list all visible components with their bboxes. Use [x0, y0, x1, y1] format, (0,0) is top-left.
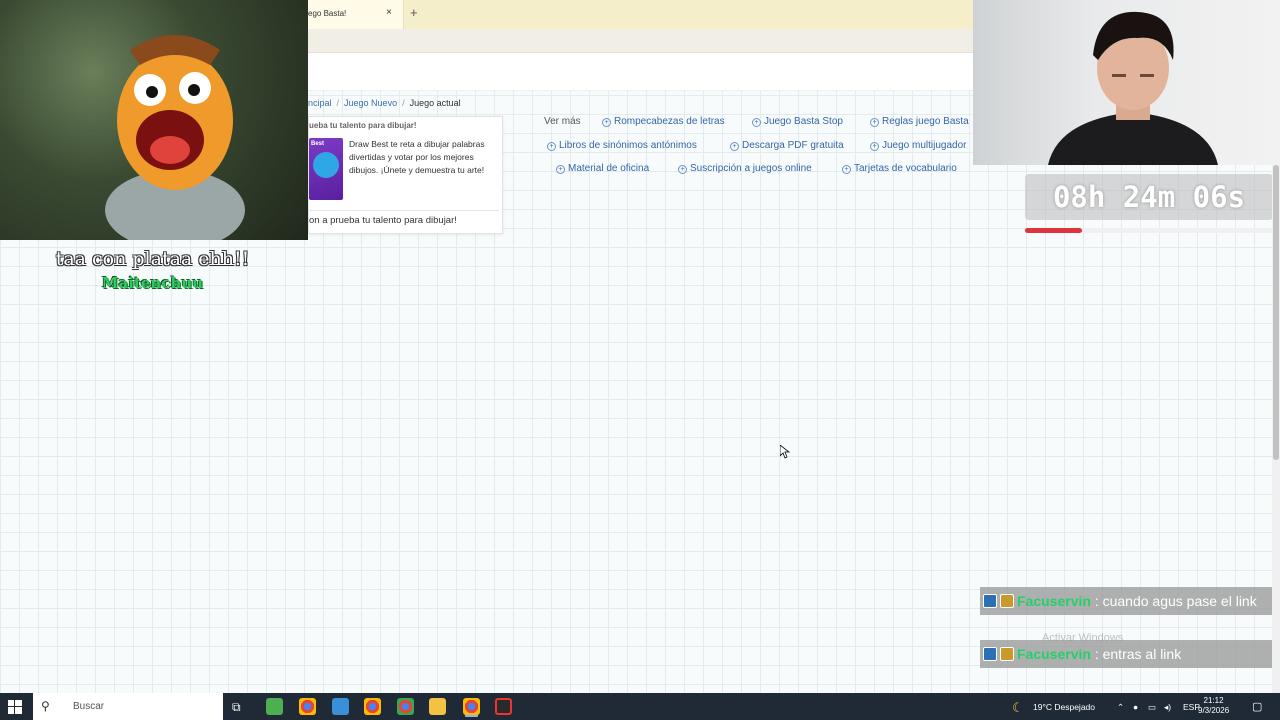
- draw-best-thumbnail[interactable]: Best: [309, 138, 343, 200]
- tab-title: ego Basta!: [308, 9, 347, 18]
- new-tab-icon[interactable]: +: [410, 5, 418, 20]
- chrome-icon[interactable]: [463, 698, 480, 715]
- streamer-webcam: [973, 0, 1280, 165]
- windows-start-icon[interactable]: [8, 700, 22, 714]
- clock-time: 21:12: [1203, 696, 1224, 705]
- chat-text: : entras al link: [1090, 646, 1182, 662]
- chat-message: Facuservin : entras al link: [980, 640, 1277, 668]
- network-icon[interactable]: ▭: [1148, 693, 1156, 720]
- mouse-cursor-icon: [780, 445, 790, 459]
- chat-username: Facuservin: [1017, 593, 1091, 609]
- alert-caption: taa con plataa ehh!! Maitenchuu: [0, 248, 305, 292]
- breadcrumb-current: Juego actual: [409, 98, 461, 108]
- chat-username: Facuservin: [1017, 646, 1091, 662]
- breadcrumb: ncipal / Juego Nuevo / Juego actual: [308, 98, 461, 108]
- weather-text[interactable]: 19°C Despejado: [1033, 693, 1095, 720]
- site-header: [308, 53, 973, 91]
- breadcrumb-home[interactable]: ncipal: [308, 98, 332, 108]
- caption-user: Maitenchuu: [101, 274, 204, 292]
- badge-icon: [1000, 594, 1014, 608]
- badge-icon: [983, 594, 997, 608]
- streamer-overlay-video: [0, 0, 308, 240]
- breadcrumb-separator: /: [336, 98, 340, 108]
- related-link[interactable]: + Juego multijugador: [870, 140, 967, 151]
- thumbnail-label: Best: [311, 141, 325, 147]
- plus-circle-icon: +: [842, 165, 851, 174]
- task-view-icon[interactable]: ⧉: [232, 700, 249, 717]
- caption-text: taa con plataa ehh!!: [55, 248, 250, 270]
- clock-date: 9/3/2026: [1198, 706, 1230, 715]
- taskbar-clock[interactable]: 21:12 9/3/2026: [1198, 696, 1229, 716]
- timer-progress-bar: [1025, 228, 1273, 233]
- stream-timer: 08h 24m 06s: [1025, 174, 1273, 220]
- browser-tab-bar: ego Basta! × +: [308, 0, 973, 29]
- related-link[interactable]: + Tarjetas de vocabulario: [842, 163, 957, 174]
- related-link[interactable]: + Libros de sinónimos antónimos: [547, 140, 697, 151]
- see-more-label: Ver más: [544, 116, 581, 127]
- page-scrollbar[interactable]: [1272, 165, 1280, 693]
- search-placeholder: Buscar: [73, 701, 105, 712]
- obs-icon[interactable]: [495, 698, 512, 715]
- related-link[interactable]: + Rompecabezas de letras: [602, 116, 725, 127]
- chat-text: : cuando agus pase el link: [1090, 593, 1257, 609]
- weather-moon-icon: ☾: [1012, 700, 1024, 715]
- plus-circle-icon: +: [870, 142, 879, 151]
- chrome-icon[interactable]: [397, 698, 414, 715]
- close-tab-icon[interactable]: ×: [386, 7, 392, 18]
- app-icon[interactable]: [332, 698, 349, 715]
- tray-chevron-icon[interactable]: ⌃: [1117, 693, 1124, 720]
- badge-icon: [983, 647, 997, 661]
- microphone-icon[interactable]: ●: [1133, 693, 1138, 720]
- chat-message: Facuservin : cuando agus pase el link: [980, 587, 1277, 615]
- streamer-image: [1048, 11, 1218, 165]
- related-link[interactable]: + Juego Basta Stop: [752, 116, 843, 127]
- related-link[interactable]: + Descarga PDF gratuita: [730, 140, 844, 151]
- plus-circle-icon: +: [556, 165, 565, 174]
- chrome-icon[interactable]: [364, 698, 381, 715]
- card-cta-button[interactable]: on a prueba tu talento para dibujar!: [309, 210, 499, 230]
- plus-circle-icon: +: [870, 118, 879, 127]
- breadcrumb-new-game[interactable]: Juego Nuevo: [344, 98, 397, 108]
- plus-circle-icon: +: [730, 142, 739, 151]
- related-link[interactable]: + Suscripción a juegos online: [678, 163, 812, 174]
- plus-circle-icon: +: [602, 118, 611, 127]
- chrome-icon[interactable]: [299, 698, 316, 715]
- windows-taskbar: ⚲ Buscar ⧉ ☾ 19°C Despejado ⌃ ● ▭ ◂) ESP…: [0, 693, 1280, 720]
- related-link[interactable]: + Reglas juego Basta: [870, 116, 969, 127]
- taskbar-search[interactable]: ⚲ Buscar: [33, 693, 223, 720]
- file-explorer-icon[interactable]: [429, 698, 446, 715]
- scrollbar-thumb[interactable]: [1273, 165, 1279, 460]
- volume-icon[interactable]: ◂): [1164, 693, 1171, 720]
- timer-progress-fill: [1025, 228, 1083, 233]
- card-heading: ueba tu talento para dibujar!: [309, 121, 417, 130]
- address-bar[interactable]: [308, 29, 973, 53]
- plus-circle-icon: +: [678, 165, 687, 174]
- related-link[interactable]: + Material de oficina: [556, 163, 649, 174]
- draw-best-card: ueba tu talento para dibujar! Best Draw …: [308, 116, 503, 234]
- puppet-image: [105, 35, 245, 240]
- related-links: Ver más + Rompecabezas de letras + Juego B…: [540, 114, 973, 184]
- plus-circle-icon: +: [752, 118, 761, 127]
- breadcrumb-separator: /: [402, 98, 405, 108]
- browser-tab[interactable]: ego Basta! ×: [308, 0, 404, 29]
- badge-icon: [1000, 647, 1014, 661]
- search-icon: ⚲: [41, 699, 50, 713]
- plus-circle-icon: +: [547, 142, 556, 151]
- minecraft-icon[interactable]: [266, 698, 283, 715]
- notifications-icon[interactable]: ▢: [1252, 691, 1262, 718]
- card-description: Draw Best te reta a dibujar palabras div…: [349, 139, 485, 175]
